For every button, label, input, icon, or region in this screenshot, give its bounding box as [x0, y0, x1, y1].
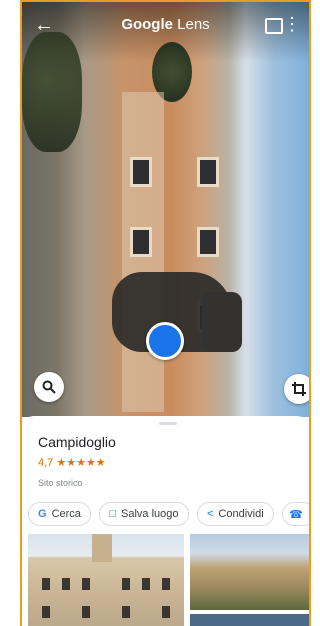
save-place-chip[interactable]: □ Salva luogo — [99, 502, 189, 526]
photo-window — [162, 606, 170, 618]
rating-stars: ★★★★★ — [56, 457, 106, 469]
action-chips: G Cerca □ Salva luogo < Condividi ☎ — [28, 502, 309, 526]
chip-label: Cerca — [51, 508, 81, 520]
place-photo[interactable] — [190, 614, 309, 626]
google-g-icon: G — [38, 508, 47, 520]
share-chip[interactable]: < Condividi — [196, 502, 274, 526]
place-name: Campidoglio — [38, 434, 116, 450]
bookmark-icon: □ — [109, 508, 117, 520]
drag-handle[interactable] — [159, 422, 177, 425]
lens-screen: ← Google Lens ⋮ Campidoglio 4,7 ★★★★★ Si… — [20, 0, 311, 626]
photo-strip[interactable] — [28, 534, 309, 626]
crop-fab[interactable] — [284, 374, 309, 404]
photo-window — [122, 606, 130, 618]
photo-window — [42, 606, 50, 618]
phone-icon: ☎ — [289, 508, 303, 521]
place-photo[interactable] — [190, 534, 309, 610]
more-vert-icon[interactable]: ⋮ — [283, 14, 301, 34]
chip-label: Condividi — [218, 508, 264, 520]
search-icon — [42, 380, 56, 394]
rating-value: 4,7 — [38, 457, 54, 469]
photo-window — [142, 578, 150, 590]
place-category: Sito storico — [38, 478, 83, 488]
title-brand: Google — [121, 16, 173, 33]
building-window — [130, 157, 152, 187]
selected-object-dot[interactable] — [146, 322, 184, 360]
share-icon: < — [206, 508, 214, 520]
photo-window — [82, 578, 90, 590]
gallery-icon[interactable] — [265, 18, 283, 34]
title-product: Lens — [172, 16, 210, 33]
building-window — [197, 157, 219, 187]
place-photo[interactable] — [28, 534, 184, 626]
tower-shape — [92, 534, 112, 562]
building-window — [130, 227, 152, 257]
photo-window — [162, 578, 170, 590]
photo-window — [82, 606, 90, 618]
camera-view[interactable]: ← Google Lens ⋮ — [22, 2, 309, 417]
place-rating: 4,7 ★★★★★ — [38, 456, 106, 469]
photo-window — [42, 578, 50, 590]
photo-window — [122, 578, 130, 590]
top-bar: ← Google Lens ⋮ — [22, 2, 309, 46]
call-chip[interactable]: ☎ — [282, 502, 309, 526]
photo-window — [62, 578, 70, 590]
statue-shape — [202, 292, 242, 352]
results-sheet[interactable]: Campidoglio 4,7 ★★★★★ Sito storico G Cer… — [22, 416, 309, 626]
search-chip[interactable]: G Cerca — [28, 502, 91, 526]
tree-shape — [22, 32, 82, 152]
search-fab[interactable] — [34, 372, 64, 402]
building-window — [197, 227, 219, 257]
crop-icon — [292, 382, 306, 396]
chip-label: Salva luogo — [121, 508, 179, 520]
